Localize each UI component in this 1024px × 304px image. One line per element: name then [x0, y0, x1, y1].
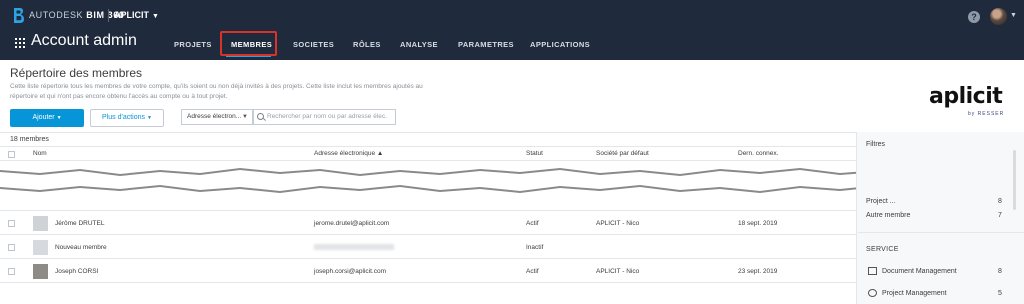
company-logo-word: aplicit: [929, 84, 1003, 109]
member-name[interactable]: Jérôme DRUTEL: [55, 220, 104, 227]
divider: [0, 132, 856, 133]
account-switcher[interactable]: APLICIT ▼: [114, 10, 159, 20]
bim360-logo-icon: [14, 8, 24, 23]
divider: [0, 234, 856, 235]
app-title: Account admin: [31, 32, 137, 49]
member-status: Actif: [526, 220, 539, 227]
row-checkbox[interactable]: [8, 244, 15, 251]
search-icon: [257, 113, 264, 120]
divider: [0, 146, 856, 147]
member-email: jerome.drutel@aplicit.com: [314, 220, 390, 227]
member-name[interactable]: Nouveau membre: [55, 244, 107, 251]
tab-parametres[interactable]: PARAMETRES: [458, 40, 514, 49]
column-header-name[interactable]: Nom: [33, 150, 47, 157]
tab-analyse[interactable]: ANALYSE: [400, 40, 438, 49]
service-heading: SERVICE: [866, 246, 899, 253]
tab-roles[interactable]: RÔLES: [353, 40, 381, 49]
service-item[interactable]: Document Management: [882, 268, 957, 275]
service-count: 8: [998, 268, 1002, 275]
member-email: joseph.corsi@aplicit.com: [314, 268, 386, 275]
tab-societes[interactable]: SOCIETES: [293, 40, 334, 49]
member-company: APLICIT - Nico: [596, 268, 640, 275]
chevron-down-icon: ▼: [152, 13, 159, 20]
avatar: [33, 216, 48, 231]
member-name[interactable]: Joseph CORSI: [55, 268, 98, 275]
column-header-company[interactable]: Société par défaut: [596, 150, 649, 157]
chevron-down-icon: ▼: [56, 115, 62, 121]
page-title: Répertoire des membres: [10, 66, 143, 80]
column-header-last-login[interactable]: Dern. connex.: [738, 150, 778, 157]
row-checkbox[interactable]: [8, 220, 15, 227]
avatar: [33, 240, 48, 255]
add-member-button[interactable]: Ajouter ▼: [10, 109, 84, 127]
tab-applications[interactable]: APPLICATIONS: [530, 40, 590, 49]
app-grid-icon[interactable]: [15, 38, 25, 48]
tab-projets[interactable]: PROJETS: [174, 40, 212, 49]
tab-highlight-box: [220, 31, 277, 56]
member-last-login: 18 sept. 2019: [738, 220, 778, 227]
filter-count: 7: [998, 212, 1002, 219]
column-header-status[interactable]: Statut: [526, 150, 543, 157]
member-status: Actif: [526, 268, 539, 275]
column-header-email[interactable]: Adresse électronique ▲: [314, 150, 383, 157]
gear-icon: [868, 289, 877, 297]
company-logo-sub: by RESSER: [968, 111, 1005, 117]
member-email-blurred: [314, 244, 394, 250]
filters-scrollbar[interactable]: [1013, 150, 1016, 210]
brand-divider: [108, 9, 109, 22]
row-checkbox[interactable]: [8, 268, 15, 275]
more-actions-button[interactable]: Plus d'actions ▼: [90, 109, 164, 127]
service-count: 5: [998, 290, 1002, 297]
filter-count: 8: [998, 198, 1002, 205]
divider: [0, 258, 856, 259]
divider: [0, 210, 856, 211]
chevron-down-icon: ▼: [146, 115, 152, 121]
divider: [858, 232, 1024, 233]
select-all-checkbox[interactable]: [8, 151, 15, 158]
member-last-login: 23 sept. 2019: [738, 268, 778, 275]
document-icon: [868, 267, 877, 275]
avatar: [33, 264, 48, 279]
filter-item[interactable]: Project ...: [866, 198, 896, 205]
member-company: APLICIT - Nico: [596, 220, 640, 227]
page-description: Cette liste répertorie tous les membres …: [10, 83, 423, 100]
divider: [0, 282, 856, 283]
chevron-down-icon[interactable]: ▼: [1010, 12, 1017, 19]
top-bar: [0, 0, 1024, 60]
brand-name: AUTODESK BIM 360: [29, 10, 125, 20]
member-count: 18 membres: [10, 136, 49, 143]
search-input[interactable]: Rechercher par nom ou par adresse élec.: [253, 109, 396, 125]
member-status: Inactif: [526, 244, 544, 251]
search-field-select[interactable]: Adresse électron... ▼: [181, 109, 253, 125]
user-avatar[interactable]: [990, 8, 1007, 25]
service-item[interactable]: Project Management: [882, 290, 947, 297]
chevron-down-icon: ▼: [242, 114, 248, 120]
filter-item[interactable]: Autre membre: [866, 212, 910, 219]
help-icon[interactable]: ?: [968, 11, 980, 23]
filters-title: Filtres: [866, 141, 886, 148]
